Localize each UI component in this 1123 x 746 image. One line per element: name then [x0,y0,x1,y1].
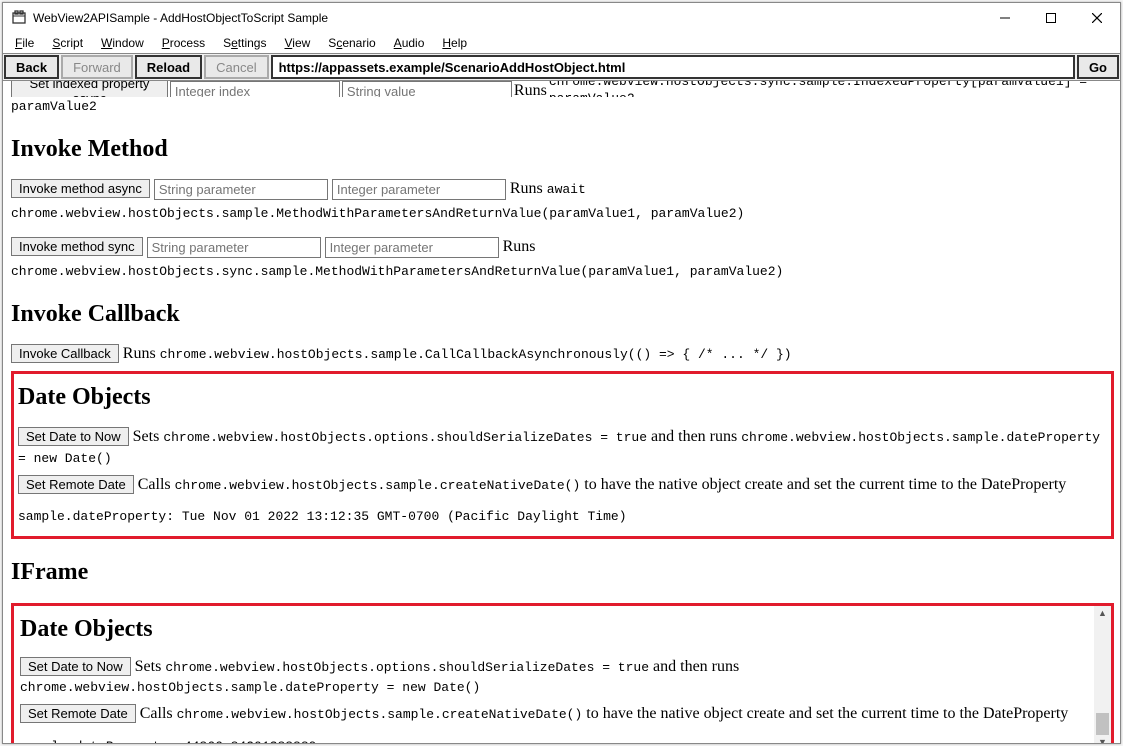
menu-help[interactable]: Help [434,34,475,52]
menu-window[interactable]: Window [93,34,152,52]
then-runs-label: and then runs [649,658,739,675]
close-button[interactable] [1074,3,1120,33]
iframe-set-date-now-button[interactable]: Set Date to Now [20,657,131,676]
toolbar: Back Forward Reload Cancel https://appas… [3,53,1120,81]
iframe-date-objects-heading: Date Objects [20,614,1088,645]
invoke-sync-row: Invoke method sync Runs [11,237,1114,258]
callback-code: chrome.webview.hostObjects.sample.CallCa… [160,347,792,362]
await-label: await [547,182,586,197]
menu-view[interactable]: View [276,34,318,52]
indexed-index-input[interactable] [170,81,340,97]
scroll-thumb[interactable] [1096,713,1109,735]
menu-script[interactable]: Script [44,34,91,52]
iframe-scrollbar[interactable]: ▲ ▼ [1094,606,1111,744]
app-window: WebView2APISample - AddHostObjectToScrip… [2,2,1121,744]
reload-button[interactable]: Reload [135,55,202,79]
minimize-button[interactable] [982,3,1028,33]
runs-label: Runs [123,345,160,362]
set-remote-date-button[interactable]: Set Remote Date [18,475,134,494]
paramvalue2-label: paramValue2 [11,99,1114,116]
invoke-method-async-button[interactable]: Invoke method async [11,179,150,198]
remote-post-label: to have the native object create and set… [582,705,1068,722]
sync-code: chrome.webview.hostObjects.sync.sample.M… [11,264,1114,281]
sync-integer-input[interactable] [325,237,499,258]
async-code: chrome.webview.hostObjects.sample.Method… [11,206,1114,223]
menubar: File Script Window Process Settings View… [3,33,1120,53]
createnativedate-code: chrome.webview.hostObjects.sample.create… [177,707,583,722]
remote-post-label: to have the native object create and set… [580,476,1066,493]
webview-page[interactable]: Set indexed property async Runs chrome.w… [3,81,1120,743]
iframe-set-date-now-row: Set Date to Now Sets chrome.webview.host… [20,657,1088,699]
menu-scenario[interactable]: Scenario [320,34,383,52]
sets-label: Sets [135,658,166,675]
indexed-value-input[interactable] [342,81,512,97]
invoke-callback-row: Invoke Callback Runs chrome.webview.host… [11,344,1114,365]
async-integer-input[interactable] [332,179,506,200]
back-button[interactable]: Back [4,55,59,79]
iframe-date-status: sample.dateProperty: 44866.84201388889 [20,739,1088,743]
content-area: Set indexed property async Runs chrome.w… [3,81,1120,743]
iframe-heading: IFrame [11,557,1114,588]
indexed-code: chrome.webview.hostObjects.sync.sample.I… [549,81,1114,97]
invoke-method-sync-button[interactable]: Invoke method sync [11,237,143,256]
date-status: sample.dateProperty: Tue Nov 01 2022 13:… [18,509,1107,526]
createnativedate-code: chrome.webview.hostObjects.sample.create… [175,478,581,493]
runs-label: Runs [510,180,547,197]
set-date-now-row: Set Date to Now Sets chrome.webview.host… [18,427,1107,469]
scroll-up-icon[interactable]: ▲ [1094,606,1111,623]
invoke-async-row: Invoke method async Runs await [11,179,1114,200]
menu-settings[interactable]: Settings [215,34,274,52]
invoke-method-heading: Invoke Method [11,134,1114,165]
set-indexed-async-button[interactable]: Set indexed property async [11,81,168,97]
window-title: WebView2APISample - AddHostObjectToScrip… [33,11,328,25]
menu-process[interactable]: Process [154,34,213,52]
address-bar[interactable]: https://appassets.example/ScenarioAddHos… [271,55,1075,79]
then-runs-label: and then runs [647,428,741,445]
date-objects-highlight: Date Objects Set Date to Now Sets chrome… [11,371,1114,539]
invoke-callback-button[interactable]: Invoke Callback [11,344,119,363]
invoke-callback-heading: Invoke Callback [11,299,1114,330]
iframe-highlight: Date Objects Set Date to Now Sets chrome… [11,603,1114,744]
set-date-now-button[interactable]: Set Date to Now [18,427,129,446]
app-icon [11,10,27,26]
scroll-down-icon[interactable]: ▼ [1094,735,1111,744]
calls-label: Calls [140,705,177,722]
forward-button[interactable]: Forward [61,55,133,79]
menu-audio[interactable]: Audio [386,34,433,52]
serialize-code: chrome.webview.hostObjects.options.shoul… [165,660,649,675]
titlebar: WebView2APISample - AddHostObjectToScrip… [3,3,1120,33]
iframe-body: Date Objects Set Date to Now Sets chrome… [14,606,1094,744]
cancel-button[interactable]: Cancel [204,55,268,79]
serialize-code: chrome.webview.hostObjects.options.shoul… [163,430,647,445]
iframe-set-remote-date-row: Set Remote Date Calls chrome.webview.hos… [20,704,1088,725]
async-string-input[interactable] [154,179,328,200]
menu-file[interactable]: File [7,34,42,52]
set-remote-date-row: Set Remote Date Calls chrome.webview.hos… [18,475,1107,496]
cut-row: Set indexed property async Runs chrome.w… [11,81,1114,97]
runs-label: Runs [514,81,547,97]
maximize-button[interactable] [1028,3,1074,33]
runs-label: Runs [503,238,536,255]
sets-label: Sets [133,428,164,445]
sync-string-input[interactable] [147,237,321,258]
iframe-set-remote-date-button[interactable]: Set Remote Date [20,704,136,723]
dateprop-code: chrome.webview.hostObjects.sample.datePr… [20,680,480,695]
date-objects-heading: Date Objects [18,382,1107,413]
scroll-track[interactable] [1094,623,1111,735]
go-button[interactable]: Go [1077,55,1119,79]
calls-label: Calls [138,476,175,493]
